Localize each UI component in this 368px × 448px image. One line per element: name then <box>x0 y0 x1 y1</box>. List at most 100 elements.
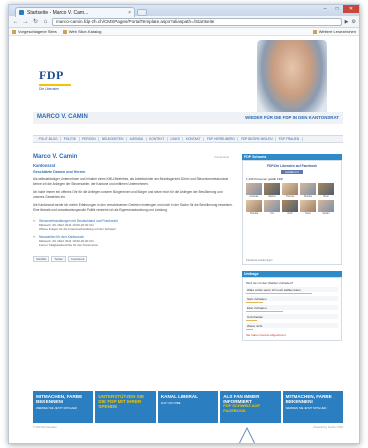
main-navigation: POLIT-BLOG POLITIK PERSON NEUIGKEITEN AG… <box>33 135 343 143</box>
fdp-logo[interactable]: FDP Die Liberalen <box>39 68 71 91</box>
fan-thumb[interactable]: Sabine <box>264 183 280 198</box>
poll-box: Sind sie mit den Wahlen zufrieden? Wäre … <box>242 277 342 341</box>
poll-option: Sehr zufrieden <box>246 296 338 303</box>
nav-item[interactable]: KONTAKT <box>183 137 205 141</box>
nav-item[interactable]: FDP HERRLIBERG <box>204 137 239 141</box>
banner-donate[interactable]: UNTERSTÜTZEN SIE DIE FDP MIT IHRER SPEND… <box>95 391 156 423</box>
nav-item[interactable]: LINKS <box>168 137 184 141</box>
footer-copyright: © FDP Die Liberalen <box>33 426 57 429</box>
folder-icon <box>312 29 317 34</box>
main-content: Marco V. Camin Kantonsrat Kantonsrat Ges… <box>33 154 233 262</box>
new-tab-button[interactable] <box>137 9 147 16</box>
twitter-button[interactable]: Twitter <box>51 256 67 262</box>
title-bar: Startseite - Marco V. Cam... × – □ ✕ <box>9 5 359 17</box>
forward-icon[interactable]: → <box>22 19 29 25</box>
page-title: Marco V. Camin <box>33 154 78 160</box>
paragraph: Ich habe immer ein offenes Ohr für die A… <box>33 190 223 199</box>
nav-item[interactable]: POLIT-BLOG <box>36 137 62 141</box>
poll-result-bar <box>246 328 254 330</box>
fan-thumb[interactable]: Beat <box>318 183 334 198</box>
facebook-plugin-label: Facebook social plugin <box>246 259 273 262</box>
bookmarks-bar: Vorgeschlagene Sites Web Slice-Katalog W… <box>9 28 359 36</box>
facebook-widget-title[interactable]: FDP.Die Liberalen auf Facebook <box>246 164 338 168</box>
poll-result-bar <box>246 292 313 294</box>
tab-close-icon[interactable]: × <box>128 10 131 16</box>
fan-thumb[interactable]: Stefan <box>318 200 334 215</box>
sidebar: FDP Schweiz FDP.Die Liberalen auf Facebo… <box>242 154 342 341</box>
site-header: FDP Die Liberalen MARCO V. CAMIN WIEDER … <box>33 38 343 134</box>
fan-thumb[interactable]: Andreas <box>246 183 262 198</box>
page-menu-icon[interactable]: ▶ <box>345 19 349 25</box>
poll-option: Eher zufrieden <box>246 305 338 312</box>
candidate-name: MARCO V. CAMIN <box>37 114 88 120</box>
nav-item[interactable]: FDP FRAUEN <box>276 137 303 141</box>
minimize-icon[interactable]: – <box>319 5 331 13</box>
poll-result-bar <box>246 301 263 303</box>
fan-thumb[interactable]: Peter <box>300 200 316 215</box>
address-bar[interactable]: marco-camin.fdp-zh.ch/CMSPages/PortalTem… <box>52 17 342 26</box>
poll-result-bar <box>246 319 258 321</box>
bookmark-item[interactable]: Vorgeschlagene Sites <box>12 29 57 34</box>
maximize-icon[interactable]: □ <box>331 5 343 13</box>
banner-facebook[interactable]: ALS FAN IMMER INFORMIERT FDP SCHWEIZ AUF… <box>220 391 281 423</box>
poll-section: Umfrage Sind sie mit den Wahlen zufriede… <box>242 271 342 341</box>
facebook-widget: FDP.Die Liberalen auf Facebook Gefällt m… <box>242 160 342 265</box>
portrait-photo <box>257 40 327 120</box>
bookmark-icon <box>62 29 67 34</box>
share-bar: SHARE Twitter Facebook <box>33 256 233 262</box>
event-description: Offene Fragen für die Finanzverhandlung … <box>39 227 116 231</box>
event-description: Ferner Tätigkeitsberichte für den Kanton… <box>39 243 98 247</box>
facebook-share-button[interactable]: Facebook <box>68 256 88 262</box>
like-count: 1,195 Personen gefällt FDP. <box>246 177 284 181</box>
nav-item[interactable]: FDP BEZIRK MEILEN <box>238 137 277 141</box>
nav-item[interactable]: PERSON <box>80 137 100 141</box>
share-button[interactable]: SHARE <box>33 256 50 262</box>
footer-powered[interactable]: Powered by Kentico CMS <box>313 426 343 429</box>
banner-join-2[interactable]: MITMACHEN, FARBE BEKENNEN! WERDEN SIE JE… <box>282 391 344 423</box>
banner-youtube[interactable]: KANAL LIBERAL AUF YOUTUBE <box>157 391 219 423</box>
browser-toolbar: ← → ↻ ⌂ marco-camin.fdp-zh.ch/CMSPages/P… <box>9 16 359 28</box>
fan-thumb[interactable]: Thomas <box>282 183 298 198</box>
browser-window: Startseite - Marco V. Cam... × – □ ✕ ← →… <box>8 4 360 444</box>
poll-option: Weiss nicht <box>246 323 338 330</box>
favicon-icon <box>19 10 24 15</box>
web-page: FDP Die Liberalen MARCO V. CAMIN WIEDER … <box>9 36 359 443</box>
nav-item[interactable]: NEUIGKEITEN <box>99 137 128 141</box>
slogan: WIEDER FÜR DIE FDP IN DEN KANTONSRAT <box>245 115 339 120</box>
banner-row: MITMACHEN, FARBE BEKENNEN! WERDEN SIE JE… <box>33 391 344 423</box>
like-button[interactable]: Gefällt mir <box>281 170 303 174</box>
fan-thumb[interactable]: Urs <box>264 200 280 215</box>
back-icon[interactable]: ← <box>12 19 19 25</box>
event-list: Steuerverhandlungen mit Deutschland und … <box>33 219 233 248</box>
footer: © FDP Die Liberalen Powered by Kentico C… <box>33 426 343 429</box>
poll-voted-notice: Sie haben bereits abgestimmt <box>246 333 286 337</box>
fan-thumb[interactable]: Ruth <box>282 200 298 215</box>
page-subtitle: Kantonsrat <box>33 163 56 168</box>
event-item: Neuwahlen für den Kantonsrat Mittwoch, 0… <box>33 235 233 248</box>
tools-menu-icon[interactable]: ⚙ <box>352 19 356 25</box>
name-band: MARCO V. CAMIN WIEDER FÜR DIE FDP IN DEN… <box>33 112 343 124</box>
nav-item[interactable]: AGENDA <box>127 137 147 141</box>
page-stamp: Kantonsrat <box>214 155 229 159</box>
bookmark-icon <box>12 29 16 34</box>
url-text: marco-camin.fdp-zh.ch/CMSPages/PortalTem… <box>56 19 215 24</box>
banner-join[interactable]: MITMACHEN, FARBE BEKENNEN! WERDEN SIE JE… <box>33 391 94 423</box>
mouse-cursor-icon <box>238 426 256 443</box>
fan-thumb[interactable]: Monika <box>300 183 316 198</box>
intro-paragraph: Als selbstständiger Unternehmer und Inha… <box>33 177 229 186</box>
paragraph: Als Kantonsrat werde ich meine Erfahrung… <box>33 203 233 212</box>
fan-thumb[interactable]: Claudia <box>246 200 262 215</box>
poll-question: Sind sie mit den Wahlen zufrieden? <box>246 281 294 285</box>
greeting: Geschätzte Damen und Herren <box>33 170 86 174</box>
home-icon[interactable]: ⌂ <box>42 19 49 25</box>
bookmark-item[interactable]: Web Slice-Katalog <box>62 29 102 34</box>
other-bookmarks[interactable]: Weitere Lesezeichen <box>312 29 356 34</box>
poll-option: Unzufrieden <box>246 314 338 321</box>
nav-item[interactable]: KONTEXT <box>147 137 168 141</box>
reload-icon[interactable]: ↻ <box>32 18 39 25</box>
poll-result-bar <box>246 310 283 312</box>
nav-item[interactable]: POLITIK <box>61 137 80 141</box>
close-window-icon[interactable]: ✕ <box>343 5 359 13</box>
browser-tab[interactable]: Startseite - Marco V. Cam... × <box>15 7 135 17</box>
fan-grid: Andreas Sabine Thomas Monika Beat Claudi… <box>246 183 338 215</box>
